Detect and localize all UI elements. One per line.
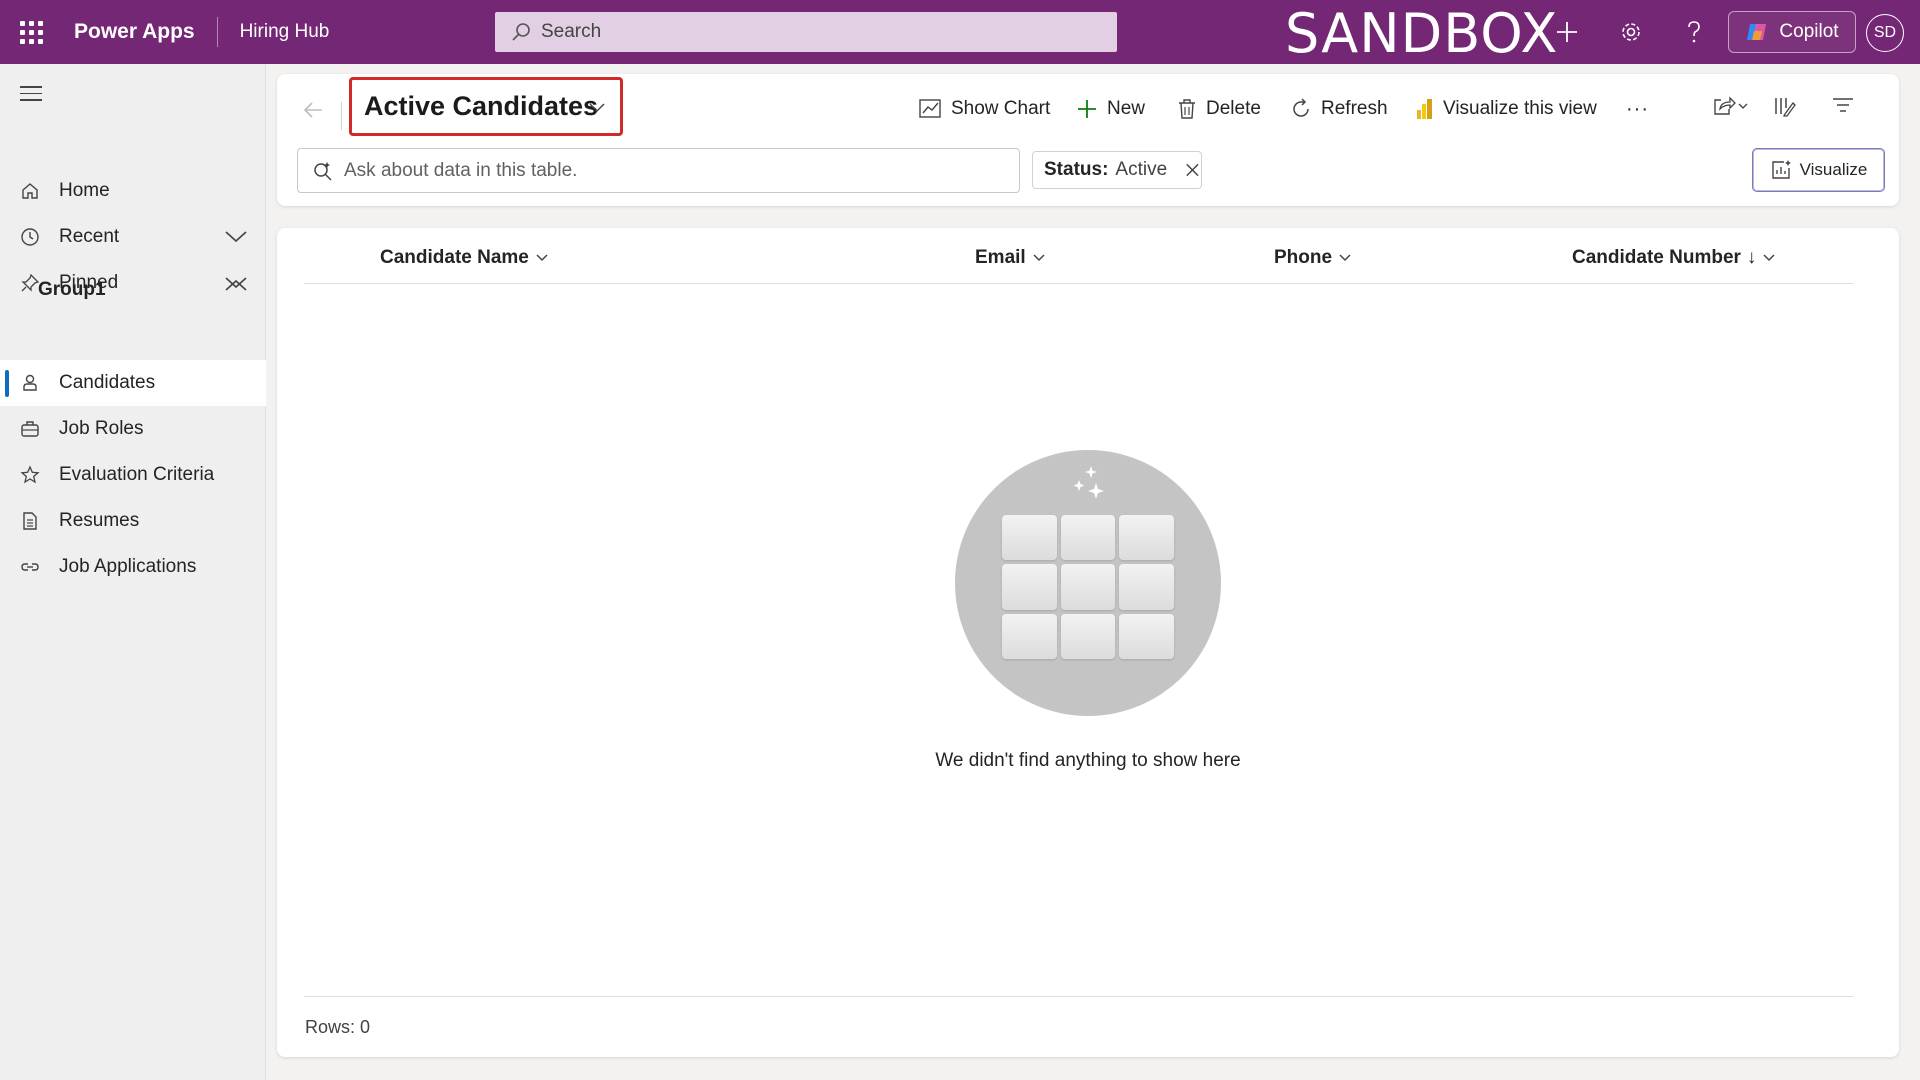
sidebar-item-label: Job Applications (59, 556, 197, 577)
filter-icon[interactable] (1831, 94, 1855, 118)
column-label: Candidate Number (1572, 247, 1741, 268)
column-header-candidate-name[interactable]: Candidate Name (380, 244, 549, 272)
show-chart-button[interactable]: Show Chart (918, 90, 1050, 128)
column-header-phone[interactable]: Phone (1274, 244, 1352, 272)
back-arrow-icon[interactable] (301, 98, 325, 122)
chevron-down-icon (1339, 254, 1351, 262)
search-placeholder: Search (541, 21, 602, 42)
gear-icon[interactable] (1613, 14, 1649, 50)
new-button[interactable]: New (1076, 90, 1145, 128)
plus-icon[interactable] (1549, 14, 1585, 50)
view-title: Active Candidates (364, 91, 599, 121)
chart-icon (919, 99, 941, 118)
clock-icon (0, 227, 59, 247)
sort-descending-icon: ↓ (1746, 247, 1757, 268)
header-divider (304, 283, 1854, 284)
status-filter-pill[interactable]: Status: Active (1032, 151, 1202, 189)
sidebar-item-job-applications[interactable]: Job Applications (0, 544, 266, 590)
data-grid: Candidate Name Email Phone Candidate Num… (277, 228, 1899, 1057)
view-selector[interactable]: Active Candidates (349, 77, 623, 136)
document-icon (0, 511, 59, 531)
sidebar-item-home[interactable]: Home (0, 168, 266, 214)
refresh-label: Refresh (1321, 98, 1388, 119)
ask-placeholder: Ask about data in this table. (344, 159, 578, 181)
copilot-button[interactable]: Copilot (1728, 11, 1856, 53)
column-header-email[interactable]: Email (975, 244, 1046, 272)
sidebar-item-resumes[interactable]: Resumes (0, 498, 266, 544)
refresh-icon (1293, 98, 1309, 117)
table-icon (1002, 515, 1174, 659)
chevron-down-icon (1763, 254, 1775, 262)
hamburger-icon[interactable] (20, 86, 42, 106)
chevron-down-icon (536, 254, 548, 262)
edit-columns-icon[interactable] (1772, 94, 1796, 118)
sidebar-item-evaluation-criteria[interactable]: Evaluation Criteria (0, 452, 266, 498)
environment-label: SANDBOX (1285, 2, 1559, 65)
chevron-up-icon[interactable] (224, 276, 248, 296)
delete-button[interactable]: Delete (1177, 90, 1261, 128)
sidebar-item-label: Home (59, 180, 110, 201)
app-name[interactable]: Power Apps (62, 20, 217, 44)
column-label: Candidate Name (380, 247, 529, 268)
waffle-icon (19, 20, 43, 44)
filter-value: Active (1115, 159, 1168, 180)
empty-state-message: We didn't find anything to show here (935, 750, 1241, 771)
refresh-button[interactable]: Refresh (1290, 90, 1388, 128)
share-icon[interactable] (1711, 94, 1749, 118)
powerbi-icon (1417, 99, 1432, 119)
visualize-label: Visualize (1799, 160, 1868, 179)
sidebar-group-label[interactable]: Group1 (38, 279, 106, 301)
sidebar-item-label: Recent (59, 226, 120, 247)
sidebar-item-candidates[interactable]: Candidates (0, 360, 266, 406)
sparkle-icon (1073, 466, 1104, 499)
sidebar-item-job-roles[interactable]: Job Roles (0, 406, 266, 452)
app-subtitle[interactable]: Hiring Hub (218, 21, 501, 43)
chevron-down-icon (1033, 254, 1045, 262)
column-label: Email (975, 247, 1026, 268)
sidebar: Home Recent Pinned Group1 Candidates Job… (0, 64, 266, 1080)
search-box[interactable]: Search (495, 12, 1117, 52)
sidebar-item-label: Evaluation Criteria (59, 464, 215, 485)
sidebar-item-label: Resumes (59, 510, 140, 531)
column-header-candidate-number[interactable]: Candidate Number ↓ (1572, 244, 1776, 272)
star-icon (0, 465, 59, 485)
top-bar: Power Apps Hiring Hub Search SANDBOX Cop… (0, 0, 1920, 65)
delete-label: Delete (1206, 98, 1261, 119)
sidebar-item-label: Job Roles (59, 418, 144, 439)
sidebar-item-recent[interactable]: Recent (0, 214, 266, 260)
close-icon[interactable] (1184, 161, 1201, 179)
link-icon (0, 557, 59, 577)
empty-state-illustration (955, 450, 1221, 716)
footer-divider (304, 996, 1854, 997)
more-commands-button[interactable]: ··· (1626, 90, 1649, 128)
back-divider (341, 102, 342, 130)
chevron-down-icon[interactable] (224, 226, 248, 246)
help-icon[interactable] (1676, 14, 1712, 50)
visualize-view-button[interactable]: Visualize this view (1416, 90, 1597, 128)
show-chart-label: Show Chart (951, 98, 1051, 119)
view-header: Active Candidates Show Chart New Delete … (277, 74, 1899, 206)
copilot-icon (1747, 24, 1767, 40)
home-icon (0, 181, 59, 201)
trash-icon (1179, 99, 1195, 119)
row-count: Rows: 0 (305, 1017, 371, 1037)
visualize-button[interactable]: Visualize (1752, 148, 1885, 192)
copilot-label: Copilot (1779, 21, 1839, 42)
ai-search-icon (314, 161, 332, 181)
plus-icon (1078, 100, 1096, 118)
ask-data-input[interactable]: Ask about data in this table. (297, 148, 1020, 193)
new-label: New (1107, 98, 1146, 119)
app-launcher-button[interactable] (0, 0, 62, 64)
sidebar-item-label: Candidates (59, 372, 156, 393)
visualize-view-label: Visualize this view (1443, 98, 1597, 119)
chevron-down-icon (589, 103, 605, 113)
visualize-icon (1771, 160, 1791, 179)
column-label: Phone (1274, 247, 1333, 268)
avatar[interactable]: SD (1866, 14, 1904, 52)
briefcase-icon (0, 419, 59, 439)
person-icon (0, 373, 59, 393)
search-icon (512, 23, 530, 41)
filter-key: Status: (1044, 159, 1109, 180)
